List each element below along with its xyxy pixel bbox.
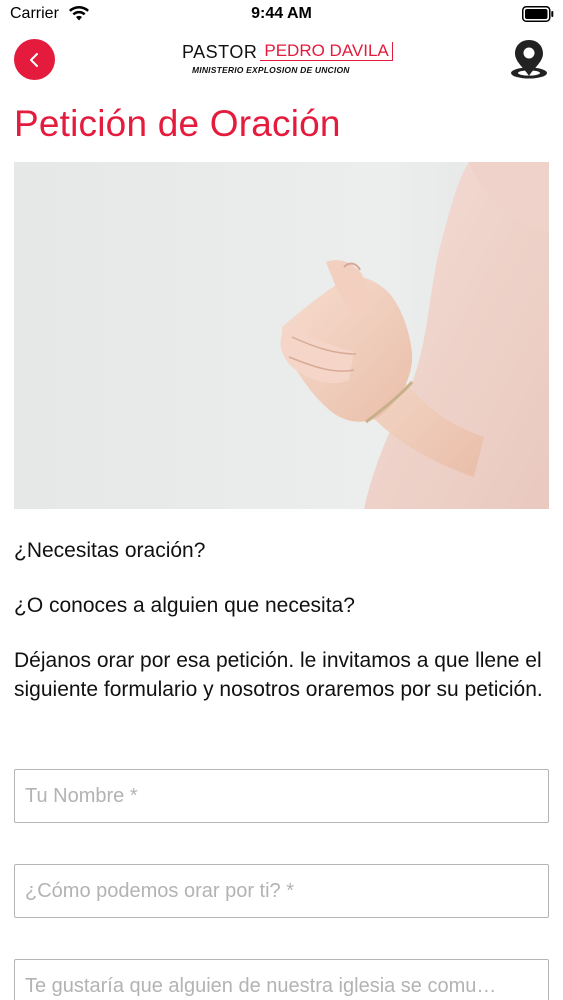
intro-question: ¿Necesitas oración?	[14, 539, 206, 562]
logo-title: PASTOR PEDRO DAVILA	[182, 42, 393, 64]
page-title: Petición de Oración	[14, 103, 341, 144]
battery-icon	[522, 6, 554, 22]
status-time: 9:44 AM	[251, 5, 312, 22]
location-button[interactable]	[509, 38, 549, 80]
status-bar: Carrier 9:44 AM	[0, 0, 563, 30]
praying-hands-image	[14, 162, 549, 509]
logo-pastor-text: PASTOR	[182, 42, 258, 62]
prayer-request-input[interactable]	[14, 864, 549, 918]
logo-name-text: PEDRO DAVILA	[260, 42, 393, 61]
name-input[interactable]	[14, 769, 549, 823]
app-header: PASTOR PEDRO DAVILA MINISTERIO EXPLOSION …	[0, 36, 563, 82]
intro-question-2: ¿O conoces a alguien que necesita?	[14, 594, 355, 617]
chevron-left-icon	[29, 52, 38, 67]
ministry-logo: PASTOR PEDRO DAVILA MINISTERIO EXPLOSION …	[182, 42, 393, 78]
logo-subtitle: MINISTERIO EXPLOSION DE UNCION	[192, 65, 350, 75]
intro-description: Déjanos orar por esa petición. le invita…	[14, 649, 543, 701]
contact-preference-input[interactable]	[14, 959, 549, 1000]
back-button[interactable]	[14, 39, 55, 80]
map-pin-icon	[511, 40, 547, 79]
